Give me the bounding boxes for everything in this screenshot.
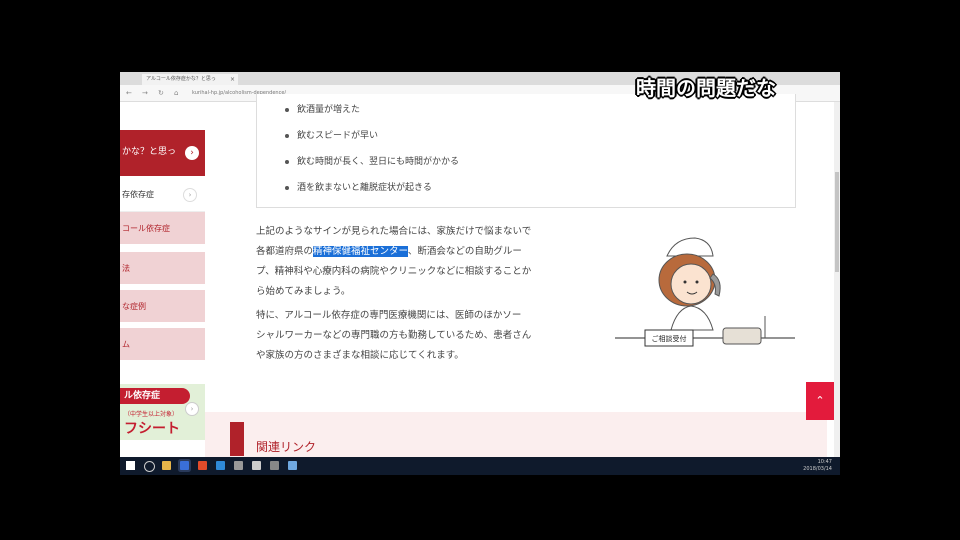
- scroll-to-top-button[interactable]: ⌃: [806, 382, 834, 420]
- app-icon[interactable]: [216, 461, 225, 470]
- list-item: 飲むスピードが早い: [285, 128, 378, 141]
- chrome-icon[interactable]: [198, 461, 207, 470]
- app-icon[interactable]: [234, 461, 243, 470]
- sidebar-item[interactable]: 法: [120, 252, 205, 286]
- paragraph-specialist: 特に、アルコール依存症の専門医療機関には、医師のほかソー シャルワーカーなどの専…: [256, 310, 532, 361]
- sidebar-top-label: かな？と思っ: [122, 147, 177, 157]
- arrow-right-icon: ›: [183, 188, 197, 202]
- reload-icon[interactable]: ↻: [158, 89, 164, 97]
- windows-start-icon[interactable]: [126, 461, 135, 470]
- system-clock[interactable]: 10:47 2018/03/14: [803, 459, 832, 473]
- sidebar-check-sheet-banner[interactable]: ル依存症 （中学生以上対象） フシート ›: [120, 384, 205, 440]
- forward-icon[interactable]: →: [142, 89, 148, 97]
- search-icon[interactable]: [144, 461, 155, 472]
- scrollbar-thumb[interactable]: [835, 172, 839, 272]
- browser-app-icon[interactable]: [180, 461, 189, 470]
- page-scrollbar[interactable]: [834, 102, 840, 457]
- browser-window: アルコール依存症かな？と思っ × ← → ↻ ⌂ kurihal-hp.jp/a…: [120, 72, 840, 475]
- bullet-icon: [285, 107, 289, 112]
- checklist-box: 飲酒量が増えた 飲むスピードが早い 飲む時間が長く、翌日にも時間がかかる 酒を飲…: [256, 94, 796, 208]
- arrow-right-icon: ›: [185, 146, 199, 160]
- sidebar-item-label: 法: [122, 264, 130, 273]
- bullet-icon: [285, 185, 289, 190]
- nurse-telephone-illustration: ご相談受付: [615, 237, 795, 347]
- sidebar: かな？と思っ › 存依存症 › コール依存症 法 な症例 ム ル依存症 （中学生…: [120, 102, 205, 452]
- arrow-right-icon: ›: [185, 402, 199, 416]
- sidebar-item[interactable]: 存依存症 ›: [120, 178, 205, 212]
- selected-text-link[interactable]: 精神保健福祉センター: [313, 246, 408, 257]
- section-accent-bar: [230, 422, 244, 456]
- banner-label: フシート: [124, 421, 180, 437]
- banner-title: ル依存症: [120, 388, 190, 404]
- back-icon[interactable]: ←: [126, 89, 132, 97]
- sidebar-item-label: ム: [122, 340, 130, 349]
- bullet-icon: [285, 133, 289, 138]
- list-item: 飲む時間が長く、翌日にも時間がかかる: [285, 154, 459, 167]
- sidebar-item-label: な症例: [122, 302, 146, 311]
- bullet-icon: [285, 159, 289, 164]
- windows-taskbar: 10:47 2018/03/14: [120, 457, 840, 475]
- sidebar-top-link[interactable]: かな？と思っ ›: [120, 130, 205, 176]
- banner-subtitle: （中学生以上対象）: [124, 411, 179, 418]
- app-icon[interactable]: [270, 461, 279, 470]
- paragraph-consult: 上記のようなサインが見られた場合には、家族だけで悩まないで 各都道府県の精神保健…: [256, 226, 532, 297]
- sidebar-item-label: 存依存症: [122, 190, 154, 199]
- list-item: 飲酒量が増えた: [285, 102, 360, 115]
- browser-tab[interactable]: アルコール依存症かな？と思っ ×: [142, 74, 238, 85]
- sidebar-item-label: コール依存症: [122, 224, 170, 233]
- chevron-up-icon: ⌃: [815, 394, 825, 407]
- file-explorer-icon[interactable]: [162, 461, 171, 470]
- home-icon[interactable]: ⌂: [174, 89, 178, 97]
- app-icon[interactable]: [252, 461, 261, 470]
- desk-sign-text: ご相談受付: [652, 334, 687, 343]
- app-icon[interactable]: [288, 461, 297, 470]
- video-frame: アルコール依存症かな？と思っ × ← → ↻ ⌂ kurihal-hp.jp/a…: [0, 0, 960, 540]
- list-item: 酒を飲まないと離脱症状が起きる: [285, 180, 432, 193]
- sidebar-item[interactable]: コール依存症: [120, 212, 205, 246]
- video-caption: 時間の問題だな: [636, 76, 776, 100]
- related-links-title: 関連リンク: [256, 440, 317, 454]
- tab-title: アルコール依存症かな？と思っ: [146, 76, 216, 82]
- sidebar-item[interactable]: な症例: [120, 290, 205, 324]
- tab-close-icon[interactable]: ×: [230, 74, 235, 85]
- sidebar-item[interactable]: ム: [120, 328, 205, 362]
